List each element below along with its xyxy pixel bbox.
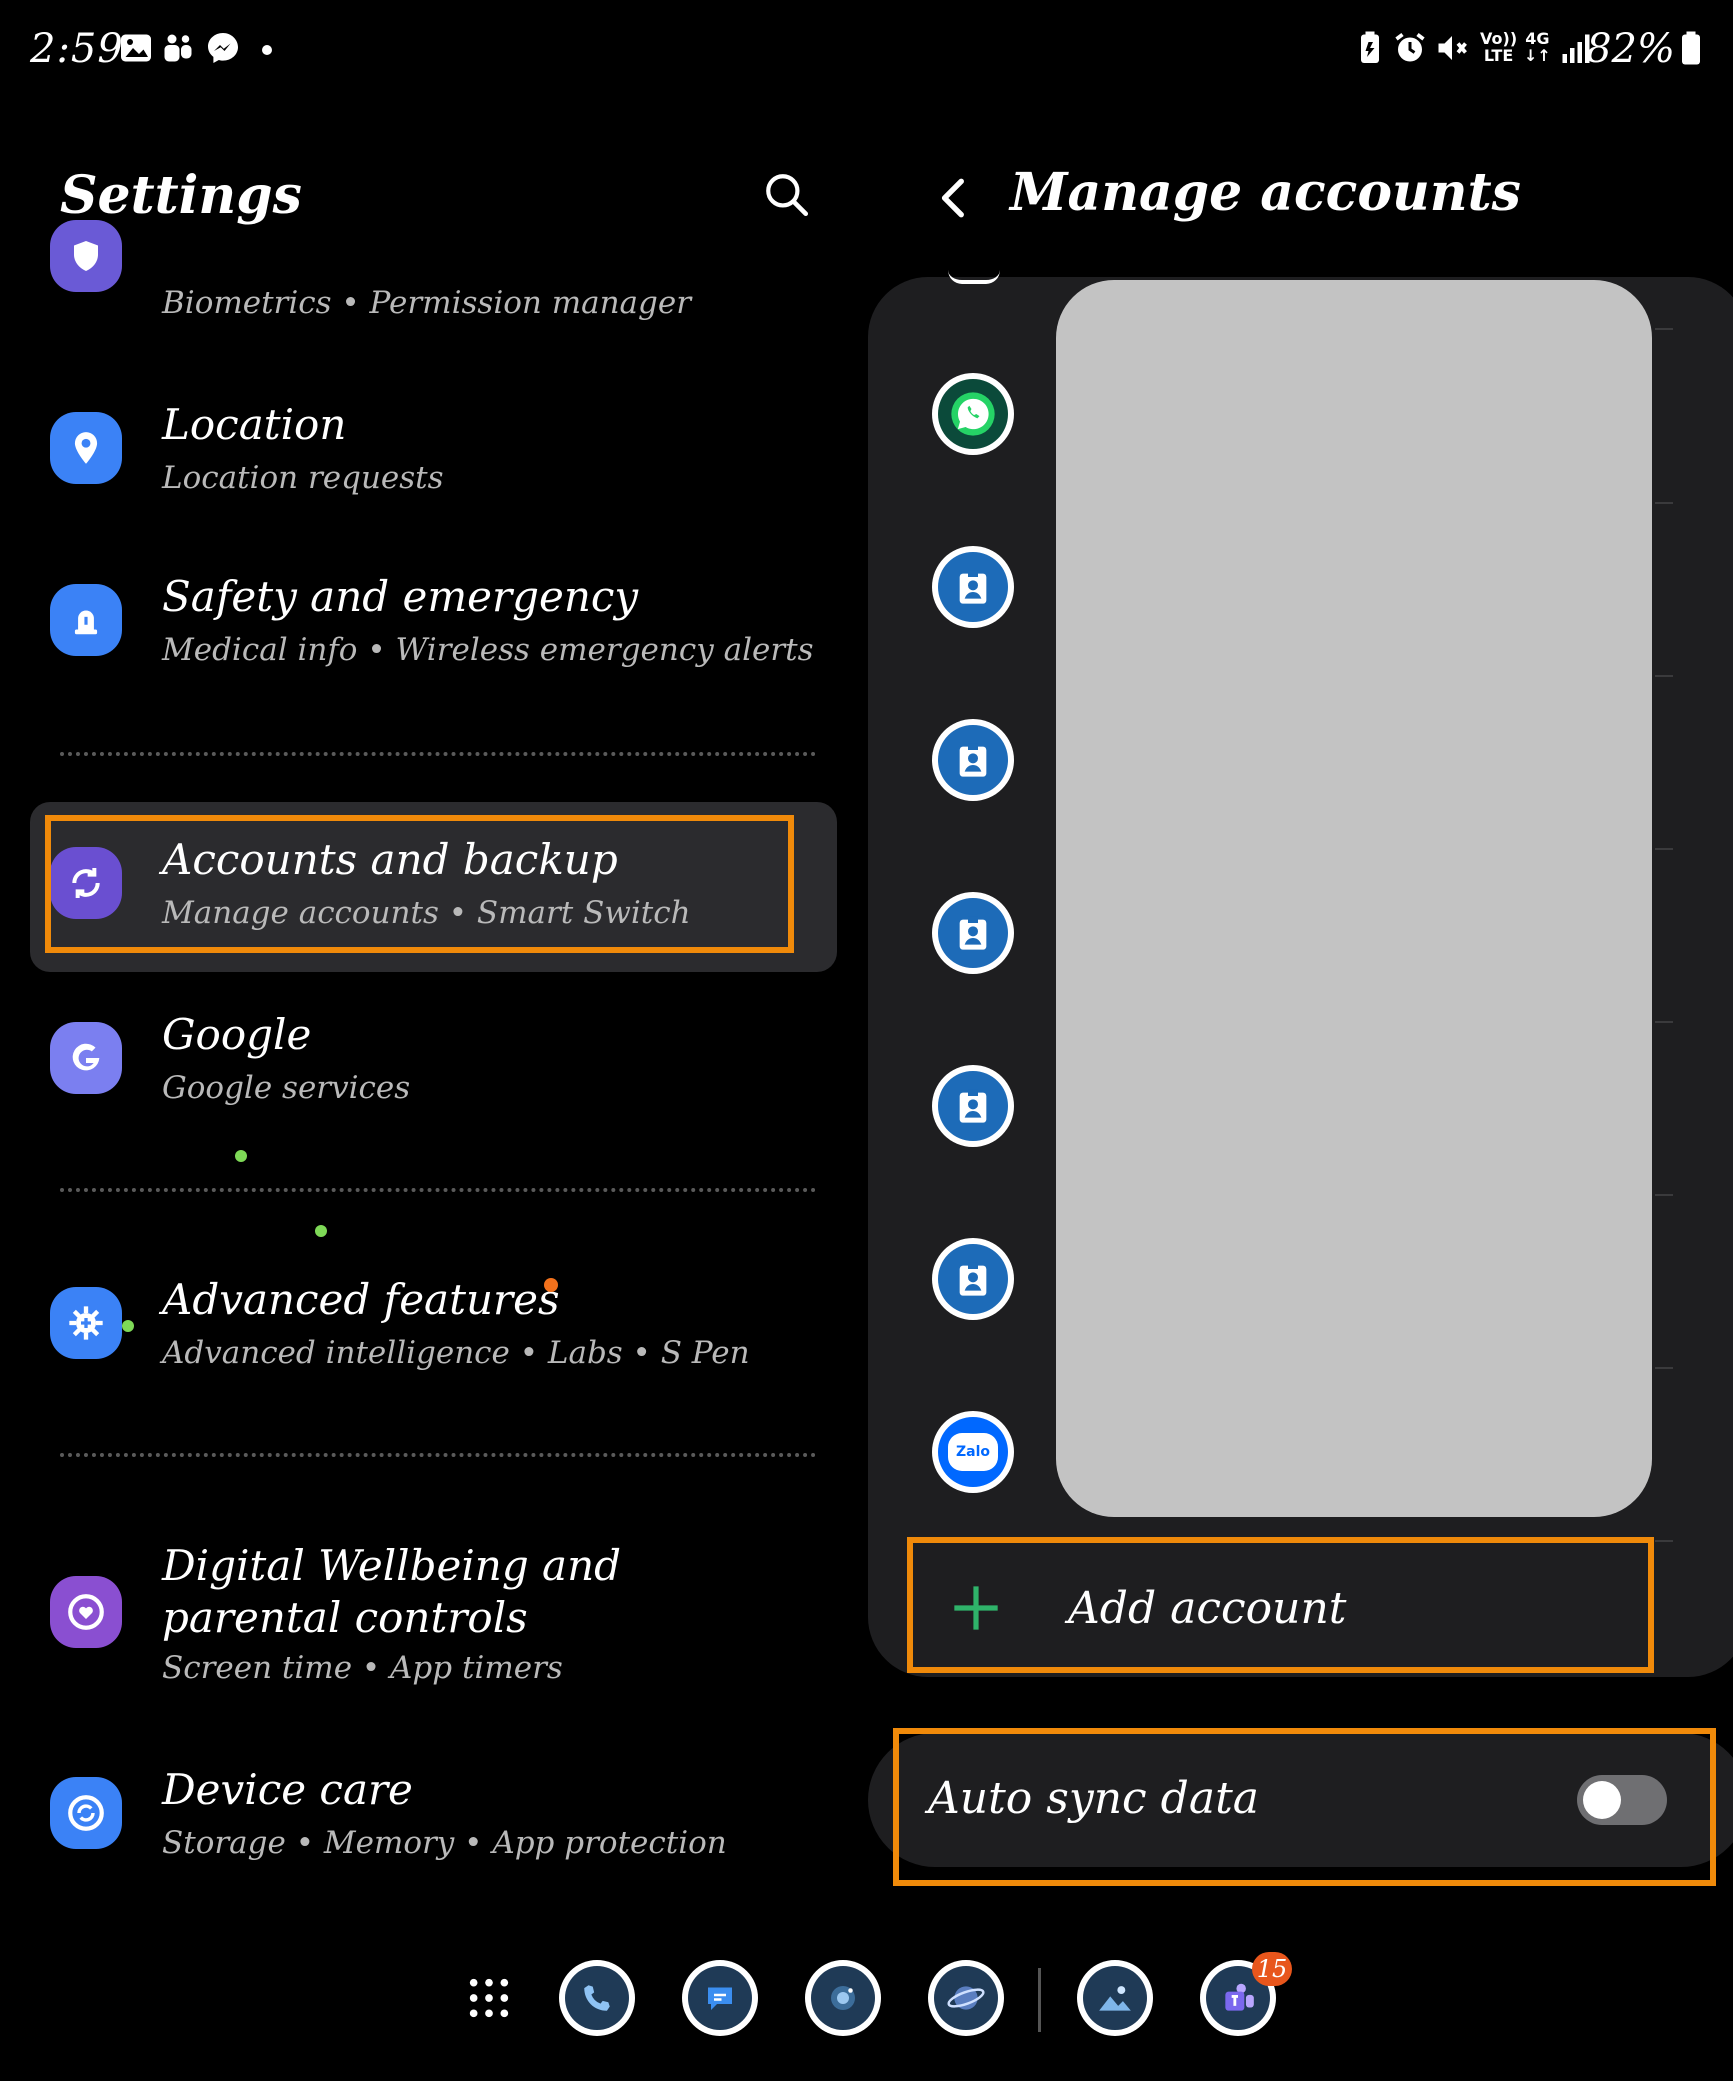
account-item-badge-3[interactable] (932, 892, 1014, 974)
account-item-badge-2[interactable] (932, 719, 1014, 801)
account-item-badge-4[interactable] (932, 1065, 1014, 1147)
shield-icon (50, 220, 122, 292)
settings-item-digital-wellbeing[interactable]: Digital Wellbeing and parental controls … (30, 1540, 836, 1700)
highlight-accounts-backup (45, 815, 794, 953)
settings-item-title: Advanced features (162, 1275, 560, 1324)
redacted-account-names (1056, 280, 1652, 1517)
settings-item-advanced-features[interactable]: Advanced features Advanced intelligence … (30, 1275, 836, 1385)
siren-icon (50, 584, 122, 656)
settings-item-subtitle: Storage • Memory • App protection (162, 1825, 727, 1861)
badge-app-icon (938, 1244, 1008, 1314)
account-item-zalo[interactable]: Zalo (932, 1411, 1014, 1493)
settings-item-location[interactable]: Location Location requests (30, 400, 836, 510)
settings-item-safety[interactable]: Safety and emergency Medical info • Wire… (30, 572, 836, 682)
manage-accounts-title: Manage accounts (1010, 162, 1521, 223)
google-g-icon (50, 1022, 122, 1094)
dot-icon (262, 45, 272, 55)
divider (1655, 675, 1673, 677)
whatsapp-icon (938, 379, 1008, 449)
account-icon-partial (948, 270, 1000, 284)
notification-badge: 15 (1252, 1952, 1292, 1986)
messenger-icon (208, 33, 238, 63)
settings-item-subtitle: Medical info • Wireless emergency alerts (162, 632, 814, 668)
new-feature-dot (544, 1278, 558, 1292)
green-dot (235, 1150, 247, 1162)
divider (60, 752, 816, 756)
badge-app-icon (938, 1071, 1008, 1141)
apps-grid-icon[interactable] (466, 1975, 512, 2021)
mute-icon (1438, 36, 1467, 60)
settings-item-title: Digital Wellbeing and parental controls (162, 1541, 622, 1642)
settings-item-title: Location (162, 400, 347, 449)
settings-item-subtitle: Google services (162, 1070, 411, 1106)
gallery-icon (121, 34, 151, 62)
badge-app-icon (938, 898, 1008, 968)
divider (60, 1188, 816, 1192)
account-item-badge-5[interactable] (932, 1238, 1014, 1320)
device-care-icon (50, 1777, 122, 1849)
settings-item-device-care[interactable]: Device care Storage • Memory • App prote… (30, 1765, 836, 1875)
battery-icon (1682, 31, 1700, 65)
account-item-whatsapp[interactable] (932, 373, 1014, 455)
highlight-auto-sync (893, 1728, 1716, 1886)
phone-icon[interactable] (559, 1960, 635, 2036)
settings-item-subtitle: Advanced intelligence • Labs • S Pen (162, 1335, 750, 1371)
divider (1655, 1367, 1673, 1369)
gallery-app-icon[interactable] (1077, 1960, 1153, 2036)
heart-circle-icon (50, 1576, 122, 1648)
battery-saver-icon (1361, 31, 1379, 63)
divider (1655, 502, 1673, 504)
divider (1655, 1540, 1673, 1542)
settings-item-google[interactable]: Google Google services (30, 1010, 836, 1120)
search-icon[interactable] (762, 170, 812, 220)
status-time: 2:59 (30, 26, 124, 72)
divider (1655, 1194, 1673, 1196)
battery-percent: 82% (1586, 26, 1675, 72)
divider (1655, 848, 1673, 850)
settings-title: Settings (60, 165, 302, 226)
camera-icon[interactable] (805, 1960, 881, 2036)
internet-icon[interactable] (928, 1960, 1004, 2036)
alarm-icon (1395, 33, 1425, 62)
highlight-add-account (907, 1537, 1654, 1673)
settings-item-title: Device care (162, 1765, 413, 1814)
green-dot (122, 1320, 134, 1332)
badge-app-icon (938, 725, 1008, 795)
zalo-icon: Zalo (938, 1417, 1008, 1487)
divider (1655, 328, 1673, 330)
settings-item-security[interactable]: Biometrics • Permission manager (30, 220, 836, 330)
account-item-badge-1[interactable] (932, 546, 1014, 628)
settings-item-subtitle: Screen time • App timers (162, 1650, 563, 1686)
settings-item-subtitle: Location requests (162, 460, 444, 496)
divider (1655, 1021, 1673, 1023)
puzzle-gear-icon (50, 1287, 122, 1359)
settings-item-subtitle: Biometrics • Permission manager (162, 285, 692, 321)
messages-icon[interactable] (682, 1960, 758, 2036)
back-arrow-icon[interactable] (930, 170, 980, 226)
4g-icon: 4G ↓↑ (1524, 29, 1551, 65)
dock-separator (1038, 1968, 1041, 2032)
green-dot (315, 1225, 327, 1237)
teams-notification-icon (164, 34, 192, 62)
divider (60, 1453, 816, 1457)
location-pin-icon (50, 412, 122, 484)
settings-item-title: Google (162, 1010, 312, 1059)
badge-app-icon (938, 552, 1008, 622)
volte-icon: Vo)) LTE (1480, 29, 1518, 65)
settings-item-title: Safety and emergency (162, 572, 639, 621)
